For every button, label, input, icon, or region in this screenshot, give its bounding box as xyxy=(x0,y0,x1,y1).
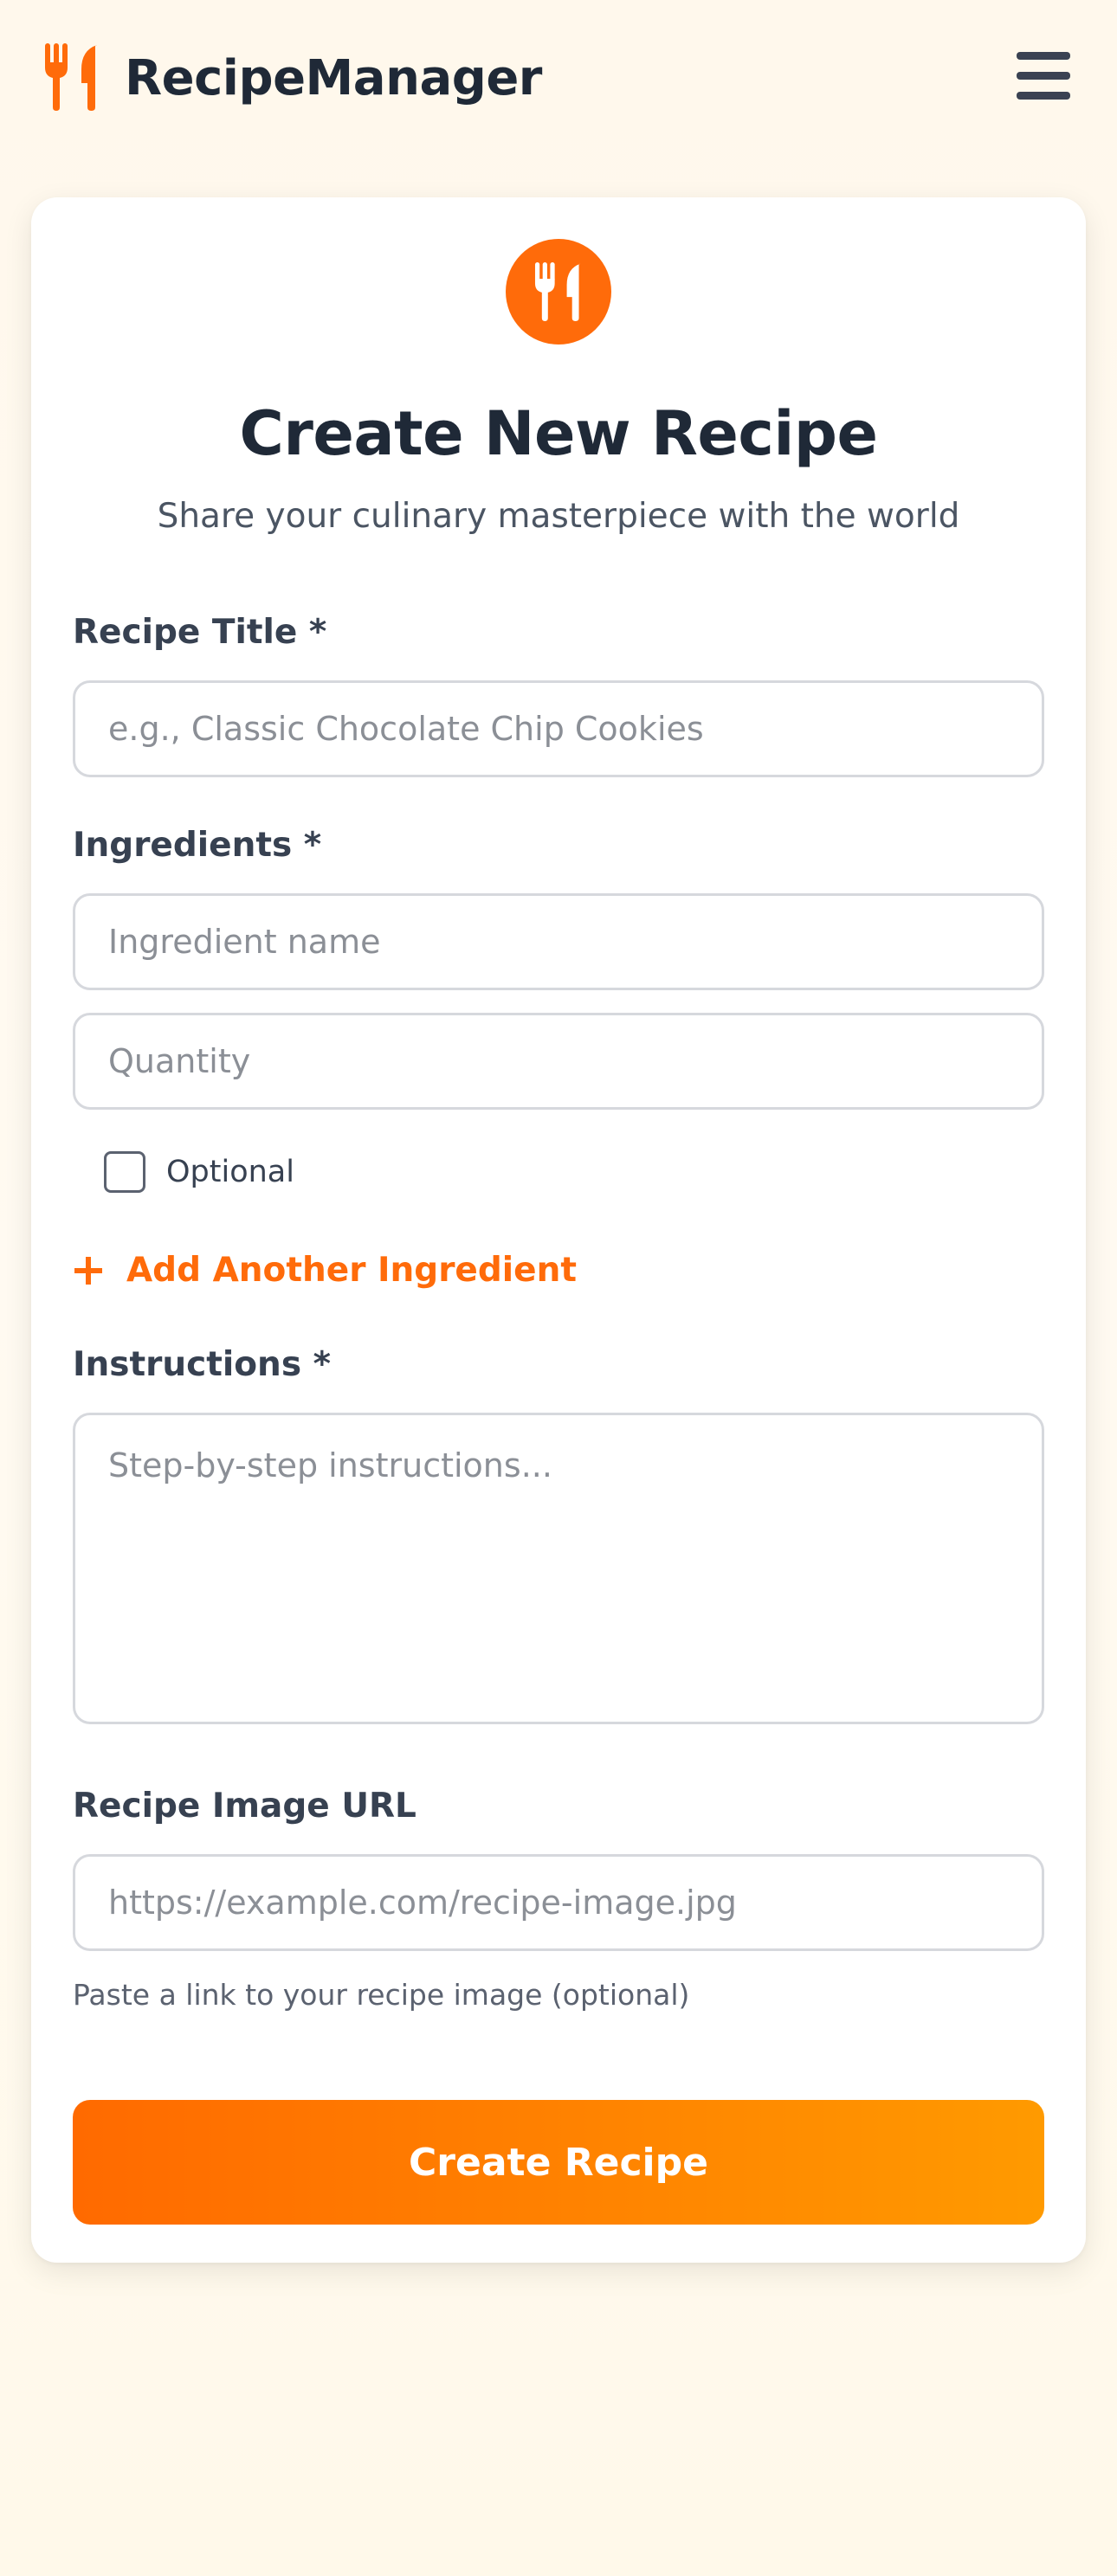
plus-icon xyxy=(73,1245,104,1297)
optional-label: Optional xyxy=(166,1155,294,1189)
utensils-icon xyxy=(43,43,100,111)
optional-checkbox[interactable] xyxy=(104,1151,145,1193)
menu-button[interactable] xyxy=(1013,48,1074,104)
ingredient-name-input[interactable] xyxy=(73,893,1044,990)
instructions-label: Instructions * xyxy=(73,1345,332,1384)
recipe-title-input[interactable] xyxy=(73,680,1044,777)
create-recipe-button[interactable]: Create Recipe xyxy=(73,2100,1044,2225)
menu-line xyxy=(1017,92,1070,100)
ingredient-quantity-input[interactable] xyxy=(73,1013,1044,1110)
recipe-title-label: Recipe Title * xyxy=(73,613,327,652)
instructions-textarea[interactable] xyxy=(73,1413,1044,1724)
page-subtitle: Share your culinary masterpiece with the… xyxy=(157,497,960,536)
utensils-icon xyxy=(506,239,611,345)
app-header: RecipeManager xyxy=(0,0,1117,156)
ingredients-label: Ingredients * xyxy=(73,826,322,865)
page-title: Create New Recipe xyxy=(239,398,878,469)
menu-line xyxy=(1017,72,1070,80)
create-recipe-card: Create New Recipe Share your culinary ma… xyxy=(31,197,1086,2263)
image-url-label: Recipe Image URL xyxy=(73,1787,416,1826)
hamburger-menu-icon xyxy=(1017,52,1070,60)
add-ingredient-label: Add Another Ingredient xyxy=(126,1251,578,1290)
image-url-input[interactable] xyxy=(73,1854,1044,1951)
image-url-hint: Paste a link to your recipe image (optio… xyxy=(73,1978,690,2012)
brand-name: RecipeManager xyxy=(125,50,542,106)
